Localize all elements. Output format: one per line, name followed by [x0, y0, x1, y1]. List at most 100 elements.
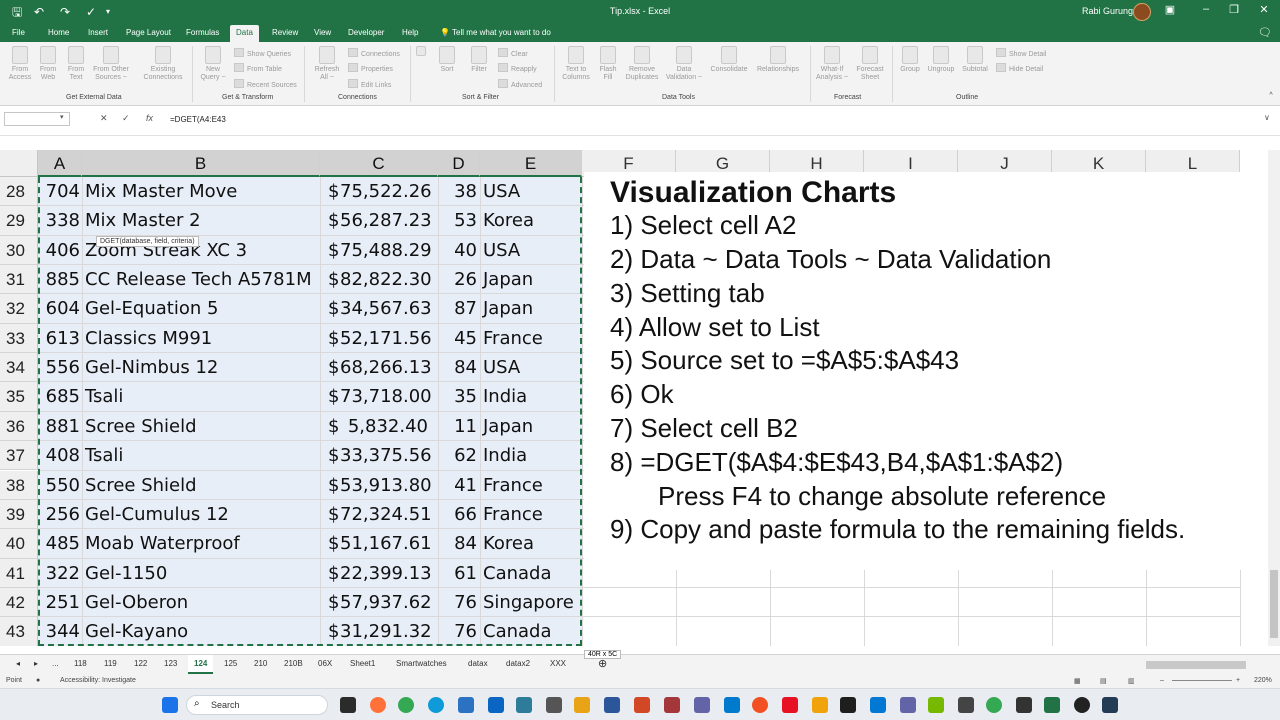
- connections-button[interactable]: Connections: [348, 48, 400, 59]
- recent-sources-button[interactable]: Recent Sources: [234, 79, 297, 90]
- row-header[interactable]: 40: [0, 529, 38, 559]
- hide-detail-button[interactable]: Hide Detail: [996, 63, 1043, 74]
- calendar-icon[interactable]: [458, 697, 474, 713]
- powerpoint-icon[interactable]: [634, 697, 650, 713]
- tab-formulas[interactable]: Formulas: [186, 28, 219, 37]
- app-icon[interactable]: [812, 697, 828, 713]
- zoom-out-icon[interactable]: –: [1160, 677, 1164, 684]
- existing-connections-button[interactable]: Existing Connections: [138, 46, 188, 82]
- sheet-tab[interactable]: 123: [164, 659, 177, 668]
- scroll-thumb[interactable]: [1270, 570, 1278, 638]
- tab-help[interactable]: Help: [402, 28, 418, 37]
- zoom-in-icon[interactable]: +: [1236, 677, 1240, 684]
- refresh-all-button[interactable]: Refresh All ~: [310, 46, 344, 82]
- tab-developer[interactable]: Developer: [348, 28, 384, 37]
- collapse-ribbon-icon[interactable]: ^: [1266, 92, 1276, 100]
- row-header[interactable]: 35: [0, 382, 38, 412]
- user-name[interactable]: Rabi Gurung: [1082, 6, 1133, 16]
- formula-input[interactable]: =DGET(A4:E43: [170, 115, 226, 124]
- tab-page-layout[interactable]: Page Layout: [126, 28, 171, 37]
- flash-fill-button[interactable]: Flash Fill: [594, 46, 622, 82]
- text-to-columns-button[interactable]: Text to Columns: [558, 46, 594, 82]
- row-header[interactable]: 29: [0, 206, 38, 236]
- column-header-d[interactable]: D: [438, 150, 480, 177]
- sheet-tab[interactable]: Sheet1: [350, 659, 375, 668]
- row-header[interactable]: 31: [0, 265, 38, 295]
- app-icon[interactable]: [958, 697, 974, 713]
- sheet-tab[interactable]: datax: [468, 659, 488, 668]
- sheet-tab[interactable]: 119: [104, 659, 117, 668]
- row-header[interactable]: 38: [0, 470, 38, 500]
- nvidia-icon[interactable]: [928, 697, 944, 713]
- horizontal-scrollbar[interactable]: [1146, 661, 1246, 669]
- column-header-b[interactable]: B: [82, 150, 320, 177]
- cancel-icon[interactable]: ✕: [100, 113, 108, 124]
- vertical-scrollbar[interactable]: [1268, 150, 1280, 646]
- chrome-icon[interactable]: [398, 697, 414, 713]
- column-header-c[interactable]: C: [320, 150, 438, 177]
- vscode-icon[interactable]: [724, 697, 740, 713]
- start-icon[interactable]: [162, 697, 178, 713]
- sheet-tab[interactable]: 210: [254, 659, 267, 668]
- sheet-tab[interactable]: 210B: [284, 659, 303, 668]
- restore-icon[interactable]: ❐: [1224, 3, 1244, 16]
- sort-button[interactable]: Sort: [436, 46, 458, 74]
- app-icon[interactable]: [782, 697, 798, 713]
- row-header[interactable]: 37: [0, 441, 38, 471]
- row-header[interactable]: 36: [0, 411, 38, 442]
- app-icon[interactable]: [546, 697, 562, 713]
- insert-function-icon[interactable]: fx: [146, 113, 153, 123]
- show-detail-button[interactable]: Show Detail: [996, 48, 1046, 59]
- zoom-level[interactable]: 220%: [1254, 677, 1272, 684]
- row-header[interactable]: 39: [0, 499, 38, 530]
- teams-icon[interactable]: [694, 697, 710, 713]
- file-explorer-icon[interactable]: [574, 697, 590, 713]
- access-icon[interactable]: [664, 697, 680, 713]
- tab-view[interactable]: View: [314, 28, 331, 37]
- macro-record-icon[interactable]: ●: [36, 677, 40, 684]
- subtotal-button[interactable]: Subtotal: [958, 46, 992, 74]
- row-header[interactable]: 41: [0, 558, 38, 588]
- app-icon[interactable]: [870, 697, 886, 713]
- app-icon[interactable]: [1074, 697, 1090, 713]
- app-icon[interactable]: [1016, 697, 1032, 713]
- prev-sheet-icon[interactable]: ◂: [16, 659, 20, 668]
- excel-icon[interactable]: [1044, 697, 1060, 713]
- row-header[interactable]: 33: [0, 323, 38, 354]
- row-header[interactable]: 28: [0, 177, 38, 207]
- sheet-tab[interactable]: ...: [52, 659, 59, 668]
- row-header[interactable]: 34: [0, 353, 38, 383]
- advanced-button[interactable]: Advanced: [498, 79, 542, 90]
- normal-view-icon[interactable]: ▦: [1074, 677, 1081, 685]
- ribbon-display-icon[interactable]: ▣: [1160, 3, 1180, 16]
- what-if-analysis-button[interactable]: What-If Analysis ~: [814, 46, 850, 82]
- from-web-button[interactable]: From Web: [34, 46, 62, 82]
- clear-button[interactable]: Clear: [498, 48, 528, 59]
- edge-icon[interactable]: [428, 697, 444, 713]
- sheet-tab[interactable]: Smartwatches: [396, 659, 447, 668]
- sheet-tab-active[interactable]: 124: [188, 655, 214, 674]
- forecast-sheet-button[interactable]: Forecast Sheet: [852, 46, 888, 82]
- select-all-corner[interactable]: [0, 150, 38, 177]
- task-view-icon[interactable]: [340, 697, 356, 713]
- relationships-button[interactable]: Relationships: [752, 46, 804, 74]
- taskbar-search[interactable]: Search: [186, 695, 328, 715]
- tab-review[interactable]: Review: [272, 28, 298, 37]
- remove-duplicates-button[interactable]: Remove Duplicates: [622, 46, 662, 82]
- from-access-button[interactable]: From Access: [6, 46, 34, 82]
- column-header-a[interactable]: A: [38, 150, 82, 177]
- tab-data[interactable]: Data: [230, 25, 259, 42]
- sheet-tab[interactable]: datax2: [506, 659, 530, 668]
- group-button[interactable]: Group: [896, 46, 924, 74]
- sort-az-button[interactable]: [414, 46, 428, 58]
- app-icon[interactable]: [900, 697, 916, 713]
- reapply-button[interactable]: Reapply: [498, 63, 537, 74]
- zoom-slider[interactable]: [1172, 680, 1232, 681]
- data-validation-button[interactable]: Data Validation ~: [662, 46, 706, 82]
- row-header[interactable]: 32: [0, 294, 38, 324]
- sheet-tab[interactable]: 122: [134, 659, 147, 668]
- from-text-button[interactable]: From Text: [62, 46, 90, 82]
- tab-file[interactable]: File: [12, 28, 25, 37]
- properties-button[interactable]: Properties: [348, 63, 393, 74]
- app-icon[interactable]: [488, 697, 504, 713]
